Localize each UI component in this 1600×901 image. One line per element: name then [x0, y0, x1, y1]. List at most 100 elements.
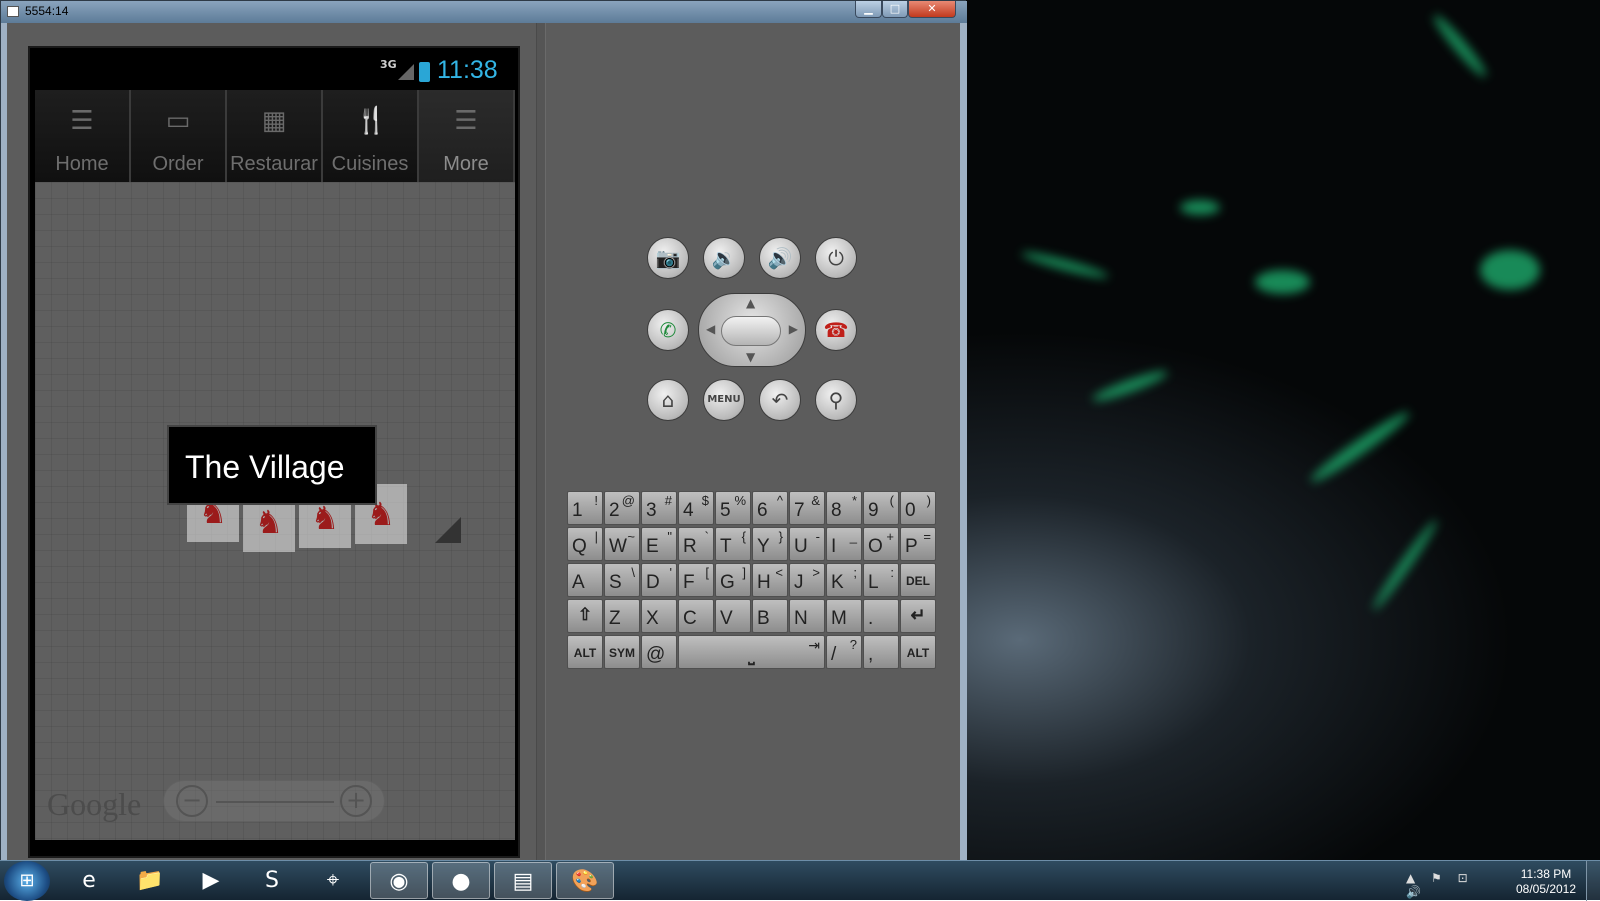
key-t[interactable]: T{ [715, 527, 751, 561]
key-d[interactable]: D ' [641, 563, 677, 597]
tab-order[interactable]: ▭ Order [131, 90, 227, 182]
key-s[interactable]: S \ [604, 563, 640, 597]
key-v[interactable]: V [715, 599, 751, 633]
zoom-controls: − + [163, 780, 385, 822]
key-slash[interactable]: /? [826, 635, 862, 669]
key-enter[interactable]: ↵ [900, 599, 936, 633]
volume-down-button[interactable]: 🔉 [703, 237, 745, 279]
key-k[interactable]: K; [826, 563, 862, 597]
media-player-icon[interactable]: ▶ [182, 862, 240, 899]
zoom-bar [216, 801, 334, 803]
taskbar-date: 08/05/2012 [1515, 882, 1577, 896]
key-del[interactable]: DEL [900, 563, 936, 597]
window-icon [7, 6, 19, 17]
key-j[interactable]: J > [789, 563, 825, 597]
show-desktop-button[interactable] [1586, 861, 1600, 901]
close-button[interactable]: ✕ [908, 1, 956, 18]
maximize-button[interactable]: □ [882, 1, 908, 18]
key-z[interactable]: Z [604, 599, 640, 633]
tab-more[interactable]: ☰ More [419, 90, 515, 182]
key-shift[interactable]: ⇧ [567, 599, 603, 633]
key-period[interactable]: . [863, 599, 899, 633]
window-titlebar[interactable]: 5554:14 ▁ □ ✕ [1, 1, 967, 23]
skype-icon[interactable]: S [243, 862, 301, 899]
key-n[interactable]: N [789, 599, 825, 633]
internet-explorer-icon[interactable]: e [60, 862, 118, 899]
paint-icon[interactable]: 🎨 [556, 862, 614, 899]
dpad-down-icon[interactable]: ▼ [746, 350, 755, 364]
fork-knife-icon: 🍴 [355, 106, 388, 136]
map-view[interactable]: ♞ ♞ ♞ ♞ The Village Google − + [35, 182, 515, 840]
emulator-icon[interactable]: ▤ [494, 862, 552, 899]
key-2[interactable]: 2 @ [604, 491, 640, 525]
key-alt-left[interactable]: ALT [567, 635, 603, 669]
system-tray-icons[interactable]: ▲ ⚑ ⊡ 🔊 [1406, 871, 1486, 899]
key-x[interactable]: X [641, 599, 677, 633]
key-c[interactable]: C [678, 599, 714, 633]
volume-up-button[interactable]: 🔊 [759, 237, 801, 279]
home-button[interactable]: ⌂ [647, 379, 689, 421]
key-g[interactable]: G] [715, 563, 751, 597]
key-1[interactable]: 1! [567, 491, 603, 525]
menu-button[interactable]: MENU [703, 379, 745, 421]
zoom-out-button[interactable]: − [176, 785, 208, 817]
tab-restaurants[interactable]: ▦ Restaurar [227, 90, 323, 182]
info-balloon[interactable]: The Village [167, 425, 377, 505]
taskbar-clock[interactable]: 11:38 PM 08/05/2012 [1510, 867, 1582, 897]
key-u[interactable]: U- [789, 527, 825, 561]
key-8[interactable]: 8 * [826, 491, 862, 525]
key-b[interactable]: B [752, 599, 788, 633]
call-button[interactable]: ✆ [647, 309, 689, 351]
key-m[interactable]: M [826, 599, 862, 633]
key-r[interactable]: R ` [678, 527, 714, 561]
key-sym[interactable]: SYM [604, 635, 640, 669]
dpad[interactable]: ▲ ▼ ◀ ▶ [698, 293, 806, 367]
window-title: 5554:14 [25, 4, 69, 18]
key-4[interactable]: 4 $ [678, 491, 714, 525]
key-7[interactable]: 7 & [789, 491, 825, 525]
key-h[interactable]: H < [752, 563, 788, 597]
zoom-in-button[interactable]: + [340, 785, 372, 817]
key-i[interactable]: I _ [826, 527, 862, 561]
power-button[interactable]: ⏻ [815, 237, 857, 279]
status-bar: 3G 11:38 [30, 48, 518, 90]
key-e[interactable]: E " [641, 527, 677, 561]
file-explorer-icon[interactable]: 📁 [121, 862, 179, 899]
tab-label: Order [152, 153, 204, 175]
search-button[interactable]: ⚲ [815, 379, 857, 421]
key-comma[interactable]: , [863, 635, 899, 669]
back-button[interactable]: ↶ [759, 379, 801, 421]
key-o[interactable]: O + [863, 527, 899, 561]
dpad-left-icon[interactable]: ◀ [706, 322, 715, 336]
key-6[interactable]: 6 ^ [752, 491, 788, 525]
key-a[interactable]: A [567, 563, 603, 597]
dpad-up-icon[interactable]: ▲ [746, 296, 755, 310]
key-at[interactable]: @ [641, 635, 677, 669]
safari-icon[interactable]: ⌖ [304, 862, 362, 899]
dpad-center[interactable] [721, 316, 781, 346]
key-3[interactable]: 3 # [641, 491, 677, 525]
key-5[interactable]: 5% [715, 491, 751, 525]
dpad-right-icon[interactable]: ▶ [789, 322, 798, 336]
tab-cuisines[interactable]: 🍴 Cuisines [323, 90, 419, 182]
end-call-button[interactable]: ☎ [815, 309, 857, 351]
list-icon: ☰ [70, 106, 94, 136]
key-f[interactable]: F[ [678, 563, 714, 597]
key-0[interactable]: 0) [900, 491, 936, 525]
chrome-icon[interactable]: ◉ [370, 862, 428, 899]
key-y[interactable]: Y} [752, 527, 788, 561]
key-q[interactable]: Q | [567, 527, 603, 561]
key-l[interactable]: L: [863, 563, 899, 597]
hardware-keyboard: 1! 2 @ 3 # 4 $ 5% 6 ^ 7 & 8 * 9( 0) Q | W ~ E " R… [567, 491, 939, 673]
camera-button[interactable]: 📷 [647, 237, 689, 279]
key-alt-right[interactable]: ALT [900, 635, 936, 669]
battery-icon [419, 62, 430, 82]
eclipse-icon[interactable]: ● [432, 862, 490, 899]
tab-home[interactable]: ☰ Home [35, 90, 131, 182]
minimize-button[interactable]: ▁ [855, 1, 882, 18]
key-w[interactable]: W ~ [604, 527, 640, 561]
key-space[interactable]: ⎵ ⇥ [678, 635, 825, 669]
key-p[interactable]: P = [900, 527, 936, 561]
key-9[interactable]: 9( [863, 491, 899, 525]
start-button[interactable]: ⊞ [4, 861, 50, 901]
